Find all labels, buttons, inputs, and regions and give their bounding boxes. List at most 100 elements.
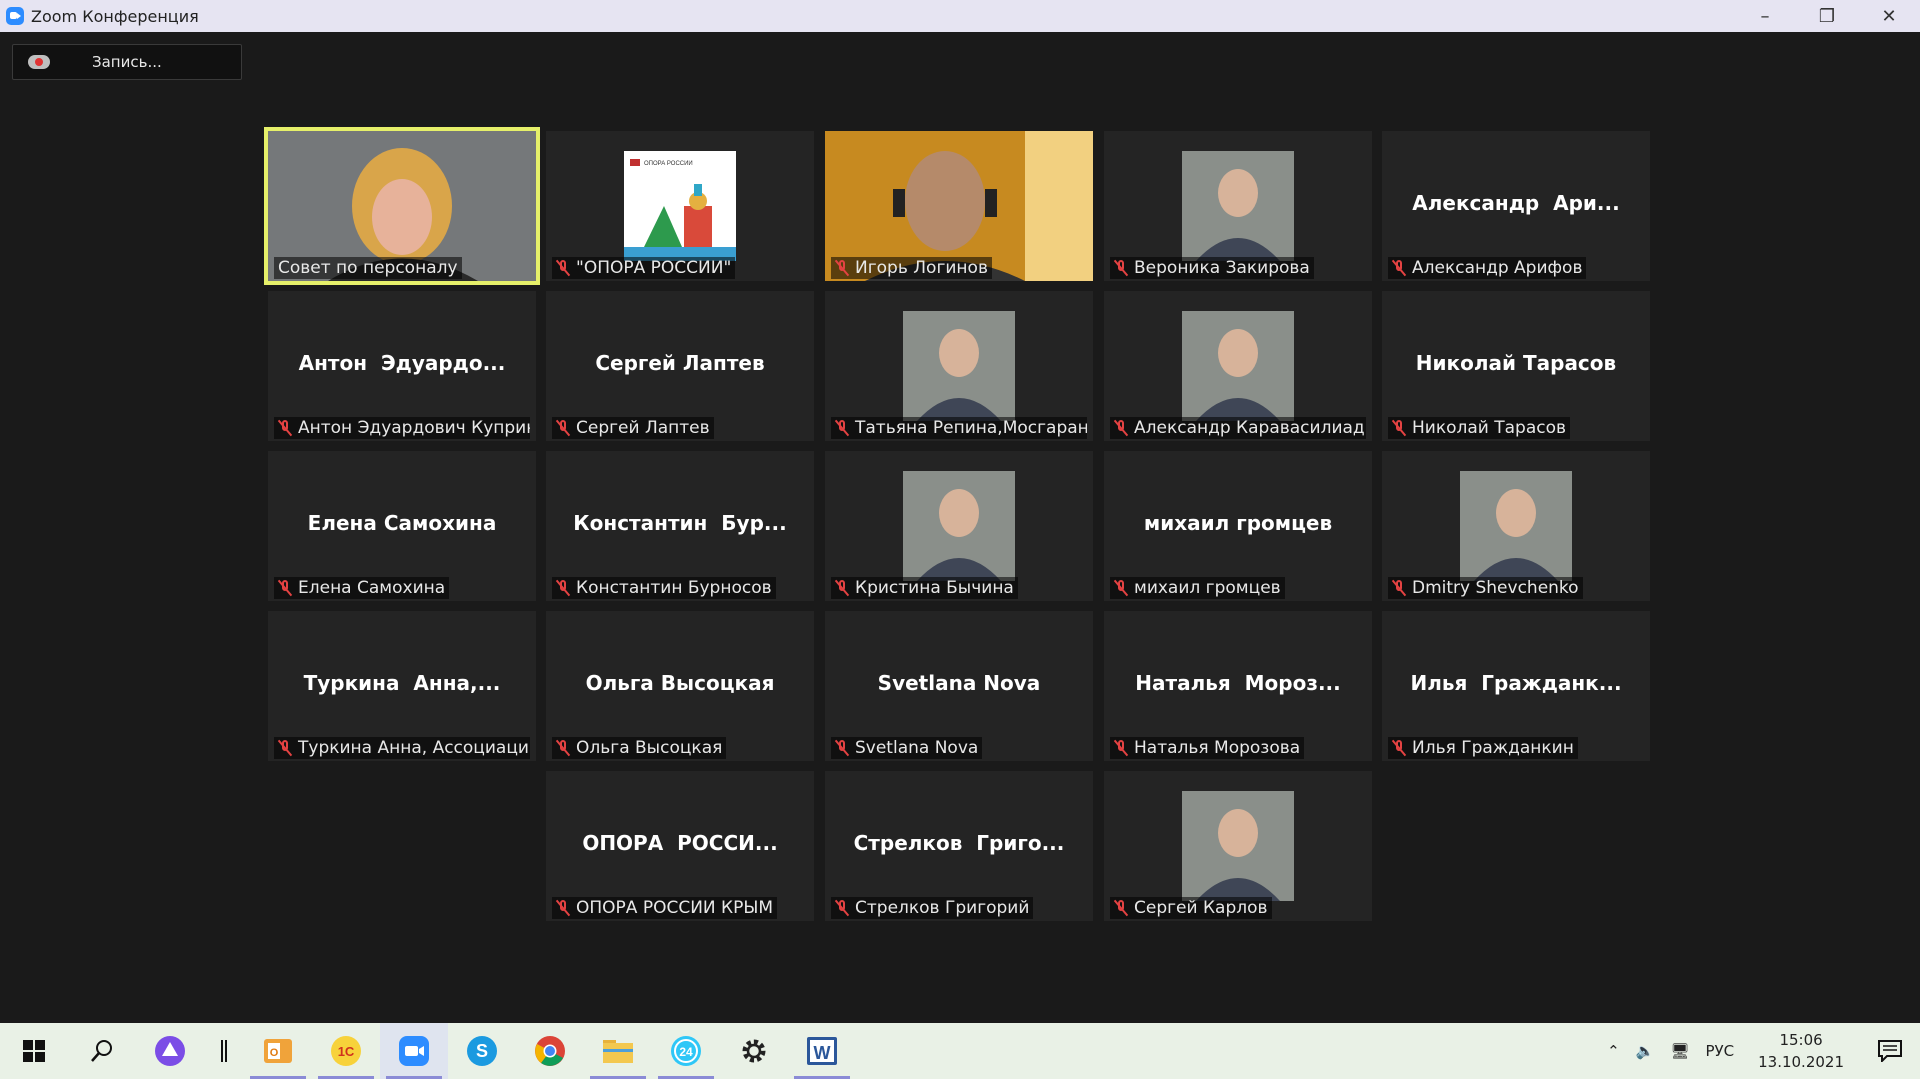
restore-button[interactable]: ❐: [1796, 0, 1858, 32]
participant-display-name: Svetlana Nova: [877, 671, 1041, 695]
close-button[interactable]: ✕: [1858, 0, 1920, 32]
participant-name-label: "ОПОРА РОССИИ": [552, 257, 736, 279]
1c-icon[interactable]: 1C: [312, 1023, 380, 1079]
participant-name: ОПОРА РОССИИ КРЫМ: [576, 898, 774, 918]
participant-tile[interactable]: Елена Самохина Елена Самохина: [268, 451, 536, 601]
svg-text:S: S: [476, 1041, 488, 1061]
participant-name-label: Вероника Закирова: [1110, 257, 1314, 279]
muted-mic-icon: [835, 899, 849, 917]
bitrix24-icon[interactable]: 24: [652, 1023, 720, 1079]
minimize-button[interactable]: –: [1734, 0, 1796, 32]
participant-tile[interactable]: Стрелков Григо... Стрелков Григорий: [825, 771, 1093, 921]
participant-tile[interactable]: Игорь Логинов: [825, 131, 1093, 281]
participant-name: Николай Тарасов: [1412, 418, 1567, 438]
participant-tile[interactable]: Ольга Высоцкая Ольга Высоцкая: [546, 611, 814, 761]
participant-name-label: Елена Самохина: [274, 577, 450, 599]
svg-text:24: 24: [679, 1045, 693, 1059]
participant-tile[interactable]: Александр Ари... Александр Арифов: [1382, 131, 1650, 281]
participant-name-label: Антон Эдуардович Куприн...: [274, 417, 530, 439]
participant-name: Елена Самохина: [298, 578, 446, 598]
participant-tile[interactable]: Антон Эдуардо... Антон Эдуардович Куприн.…: [268, 291, 536, 441]
participant-name: Кристина Бычина: [855, 578, 1014, 598]
participant-display-name: михаил громцев: [1143, 511, 1333, 535]
participant-tile[interactable]: Константин Бур... Константин Бурносов: [546, 451, 814, 601]
file-explorer-icon[interactable]: [584, 1023, 652, 1079]
participant-display-name: Илья Гражданк...: [1410, 671, 1622, 695]
muted-mic-icon: [556, 899, 570, 917]
participant-tile[interactable]: Совет по персоналу: [264, 127, 540, 285]
participant-tile[interactable]: Туркина Анна,... Туркина Анна, Ассоциация…: [268, 611, 536, 761]
participant-tile[interactable]: Вероника Закирова: [1104, 131, 1372, 281]
outlook-icon[interactable]: O: [244, 1023, 312, 1079]
participant-name: Dmitry Shevchenko: [1412, 578, 1579, 598]
system-tray: ⌃ 🔈 🖥 РУС 15:06 13.10.2021: [1599, 1023, 1920, 1079]
search-icon[interactable]: [68, 1023, 136, 1079]
participant-display-name: Наталья Мороз...: [1135, 671, 1341, 695]
participant-name: Антон Эдуардович Куприн...: [298, 418, 530, 438]
language-indicator[interactable]: РУС: [1705, 1042, 1734, 1060]
participant-name-label: Сергей Лаптев: [552, 417, 714, 439]
zoom-icon[interactable]: [380, 1023, 448, 1079]
volume-icon[interactable]: 🔈: [1636, 1042, 1655, 1060]
cortana-icon[interactable]: [136, 1023, 204, 1079]
profile-photo: [1182, 151, 1294, 261]
svg-text:1C: 1C: [338, 1044, 355, 1059]
muted-mic-icon: [278, 579, 292, 597]
windows-start-icon[interactable]: [0, 1023, 68, 1079]
participant-name: Наталья Морозова: [1134, 738, 1301, 758]
participant-display-name: Сергей Лаптев: [595, 351, 765, 375]
participant-tile[interactable]: михаил громцев михаил громцев: [1104, 451, 1372, 601]
participant-name: Игорь Логинов: [855, 258, 988, 278]
profile-photo: [903, 311, 1015, 421]
muted-mic-icon: [1392, 419, 1406, 437]
participant-name-label: Сергей Карлов: [1110, 897, 1272, 919]
participant-name-label: Кристина Бычина: [831, 577, 1018, 599]
participant-name-label: Александр Каравасилиади: [1110, 417, 1366, 439]
participant-tile[interactable]: Dmitry Shevchenko: [1382, 451, 1650, 601]
participant-name-label: Наталья Морозова: [1110, 737, 1305, 759]
word-icon[interactable]: W: [788, 1023, 856, 1079]
muted-mic-icon: [835, 739, 849, 757]
participant-tile[interactable]: Сергей Лаптев Сергей Лаптев: [546, 291, 814, 441]
participant-name: Александр Арифов: [1412, 258, 1583, 278]
participant-name: михаил громцев: [1134, 578, 1281, 598]
participant-display-name: Ольга Высоцкая: [585, 671, 775, 695]
profile-photo: [903, 471, 1015, 581]
settings-icon[interactable]: [720, 1023, 788, 1079]
notifications-icon[interactable]: [1860, 1023, 1920, 1079]
participant-name: Татьяна Репина,Мосгаран...: [855, 418, 1087, 438]
skype-icon[interactable]: S: [448, 1023, 516, 1079]
participant-tile[interactable]: Илья Гражданк... Илья Гражданкин: [1382, 611, 1650, 761]
chevron-up-icon[interactable]: ⌃: [1607, 1042, 1620, 1060]
participant-tile[interactable]: ОПОРА РОССИИ "ОПОРА РОССИИ": [546, 131, 814, 281]
participant-tile[interactable]: Сергей Карлов: [1104, 771, 1372, 921]
participant-name-label: Илья Гражданкин: [1388, 737, 1578, 759]
participant-name: Svetlana Nova: [855, 738, 979, 758]
participant-tile[interactable]: ОПОРА РОССИ... ОПОРА РОССИИ КРЫМ: [546, 771, 814, 921]
participant-tile[interactable]: Svetlana Nova Svetlana Nova: [825, 611, 1093, 761]
participant-tile[interactable]: Кристина Бычина: [825, 451, 1093, 601]
network-icon[interactable]: 🖥: [1670, 1042, 1689, 1060]
participant-display-name: Константин Бур...: [573, 511, 787, 535]
chrome-icon[interactable]: [516, 1023, 584, 1079]
clock[interactable]: 15:06 13.10.2021: [1758, 1029, 1844, 1073]
taskview-separator-icon[interactable]: [204, 1023, 244, 1079]
svg-text:W: W: [814, 1043, 831, 1063]
participant-tile[interactable]: Николай Тарасов Николай Тарасов: [1382, 291, 1650, 441]
participant-tile[interactable]: Татьяна Репина,Мосгаран...: [825, 291, 1093, 441]
clock-date: 13.10.2021: [1758, 1053, 1844, 1071]
recording-indicator[interactable]: Запись...: [12, 44, 242, 80]
muted-mic-icon: [278, 419, 292, 437]
muted-mic-icon: [1114, 739, 1128, 757]
participant-display-name: Стрелков Григо...: [853, 831, 1065, 855]
participant-tile[interactable]: Наталья Мороз... Наталья Морозова: [1104, 611, 1372, 761]
participant-name: Илья Гражданкин: [1412, 738, 1574, 758]
participant-name-label: Svetlana Nova: [831, 737, 983, 759]
participant-name-label: ОПОРА РОССИИ КРЫМ: [552, 897, 778, 919]
participant-name-label: Игорь Логинов: [831, 257, 992, 279]
muted-mic-icon: [1392, 739, 1406, 757]
participant-display-name: Елена Самохина: [307, 511, 497, 535]
participant-tile[interactable]: Александр Каравасилиади: [1104, 291, 1372, 441]
participant-name-label: михаил громцев: [1110, 577, 1285, 599]
participant-name: "ОПОРА РОССИИ": [576, 258, 732, 278]
